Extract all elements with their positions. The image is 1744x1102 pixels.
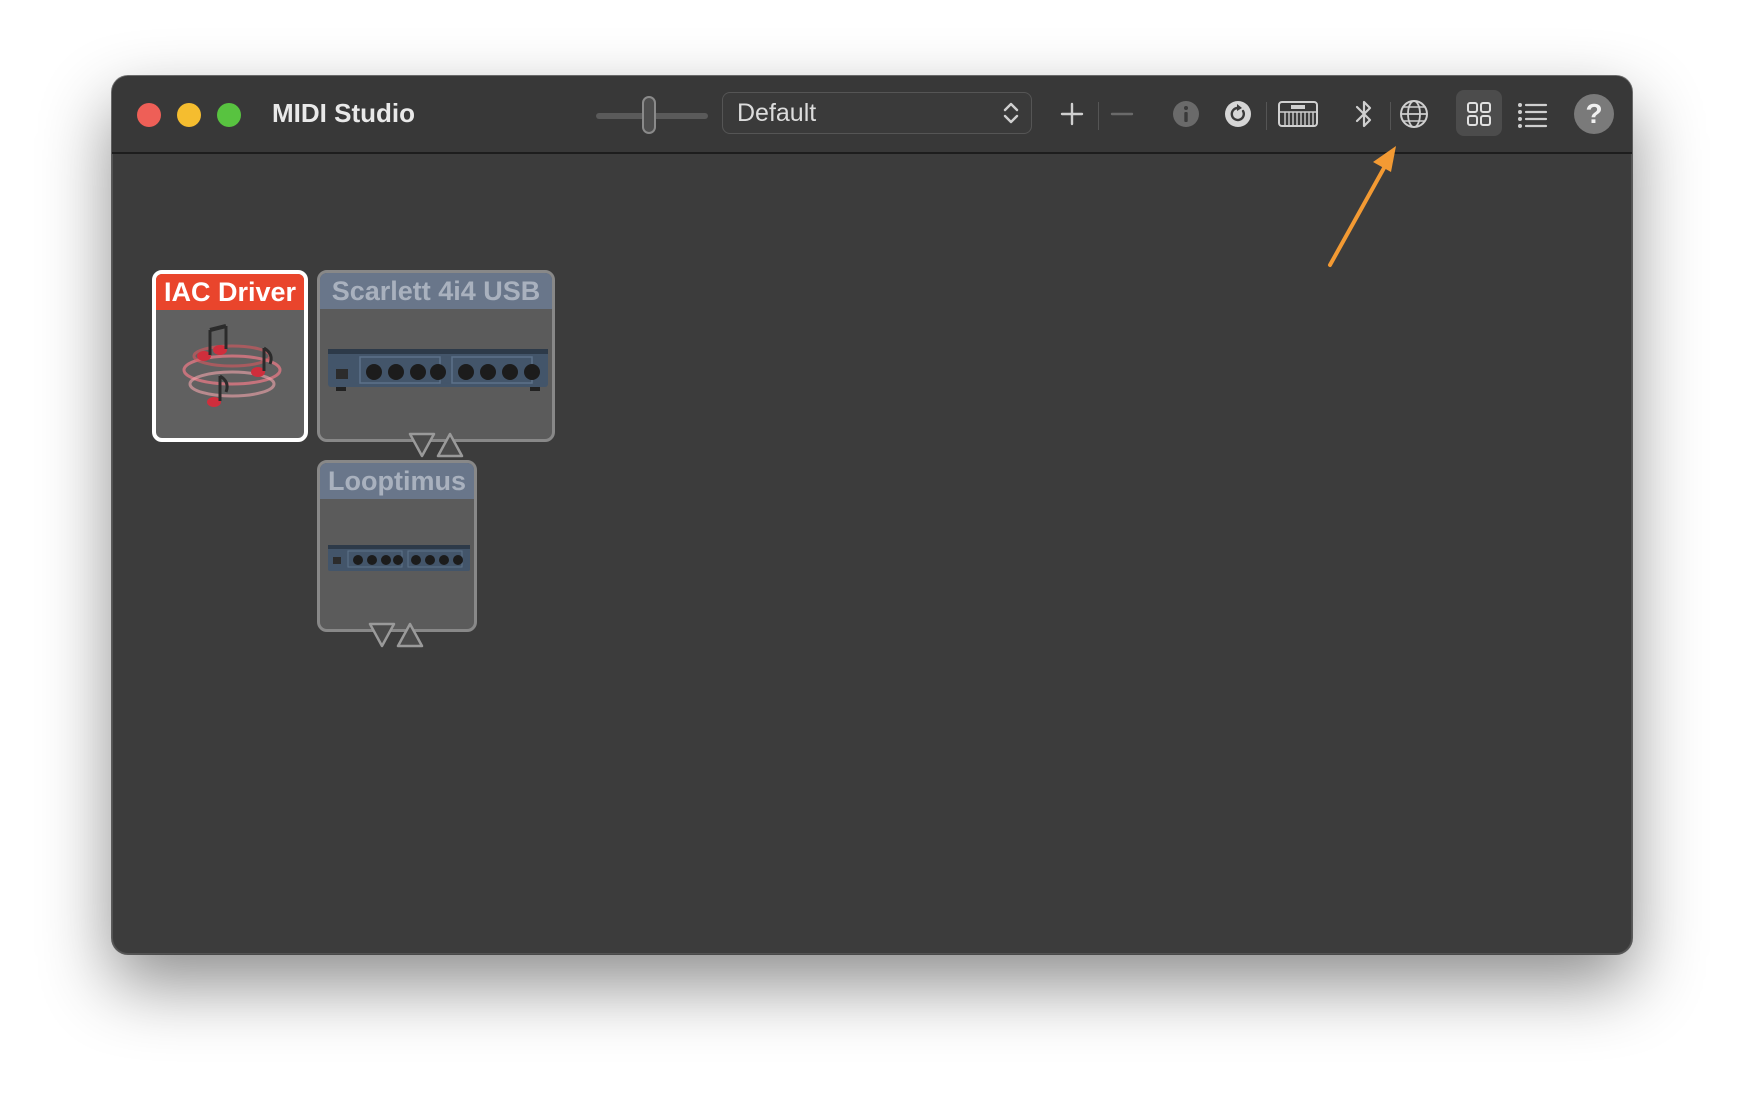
- device-canvas: IAC Driver Scarlett 4i4 USB Looptimus: [112, 154, 1632, 954]
- minimize-button[interactable]: [177, 103, 201, 127]
- grid-view-icon[interactable]: [1459, 94, 1499, 134]
- configuration-select[interactable]: Default: [722, 92, 1032, 134]
- audio-interface-icon: [328, 545, 470, 571]
- window-title: MIDI Studio: [272, 98, 415, 128]
- configuration-value: Default: [737, 99, 817, 127]
- device-scarlett-4i4-usb[interactable]: Scarlett 4i4 USB: [317, 270, 555, 442]
- info-icon[interactable]: [1166, 94, 1206, 134]
- rescan-icon[interactable]: [1218, 94, 1258, 134]
- minus-icon[interactable]: [1102, 94, 1142, 134]
- device-name: Scarlett 4i4 USB: [320, 273, 552, 309]
- zoom-button[interactable]: [217, 103, 241, 127]
- piano-keyboard-icon[interactable]: [1274, 94, 1322, 134]
- audio-interface-icon: [328, 349, 548, 391]
- toolbar-separator: [1390, 102, 1391, 130]
- device-looptimus[interactable]: Looptimus: [317, 460, 477, 632]
- chevron-up-down-icon: [1003, 102, 1019, 124]
- device-name: Looptimus: [320, 463, 474, 499]
- titlebar: MIDI Studio Default ?: [112, 76, 1632, 154]
- midi-notes-icon: [182, 324, 282, 407]
- toolbar-separator: [1266, 102, 1267, 130]
- midi-ports-icon[interactable]: [408, 430, 464, 460]
- icon-size-slider-thumb[interactable]: [642, 96, 656, 134]
- toolbar-separator: [1098, 102, 1099, 130]
- globe-icon[interactable]: [1394, 94, 1434, 134]
- midi-ports-icon[interactable]: [368, 620, 424, 650]
- list-view-icon[interactable]: [1512, 94, 1552, 134]
- device-name: IAC Driver: [156, 274, 304, 310]
- device-iac-driver[interactable]: IAC Driver: [152, 270, 308, 442]
- help-button[interactable]: ?: [1574, 94, 1614, 134]
- bluetooth-icon[interactable]: [1344, 94, 1384, 134]
- midi-studio-window: MIDI Studio Default ? IAC Driver Scarlet…: [112, 76, 1632, 954]
- close-button[interactable]: [137, 103, 161, 127]
- plus-icon[interactable]: [1052, 94, 1092, 134]
